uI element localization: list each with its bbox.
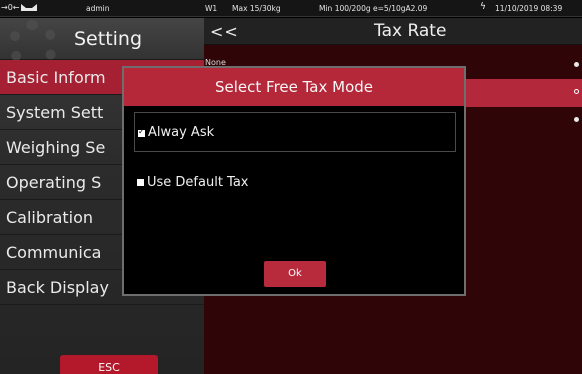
status-bar: →0← admin W1 Max 15/30kg Min 100/200g e=… [0,0,582,17]
radio-icon [574,62,579,67]
main-header: << Tax Rate [204,18,582,45]
radio-icon [574,117,579,122]
free-tax-mode-dialog: Select Free Tax Mode ✓ Alway Ask Use Def… [122,66,466,296]
option-label: Use Default Tax [147,175,249,190]
datetime: 11/10/2019 08:39 [495,4,563,13]
sidebar-item-label: System Sett [6,103,104,122]
back-button[interactable]: << [210,22,239,41]
option-label: Alway Ask [148,125,215,140]
check-mark-icon: ✓ [138,127,145,136]
sidebar-item-label: Back Display [6,278,109,297]
sidebar-item-label: Operating S [6,173,102,192]
bolt-icon: ϟ [480,2,486,12]
checkbox-icon[interactable] [137,179,144,186]
scale-id: W1 [205,4,218,13]
radio-icon [574,89,579,94]
sidebar-header: Setting [0,18,204,70]
esc-button[interactable]: ESC [60,355,158,374]
sidebar-item-label: Weighing Se [6,138,106,157]
scale-icon [20,4,37,11]
max-capacity: Max 15/30kg [232,4,281,13]
ok-button[interactable]: Ok [264,261,326,287]
min-capacity: Min 100/200g e=5/10gA2.09 [319,4,428,13]
user-label: admin [86,4,110,13]
sidebar-item-label: Calibration [6,208,94,227]
sidebar-item-label: Communica [6,243,102,262]
sidebar-title: Setting [74,28,143,50]
zero-tracking-indicator: →0← [1,3,20,12]
checkbox-checked-icon[interactable]: ✓ [138,127,145,137]
option-alway-ask[interactable]: ✓ Alway Ask [134,112,456,152]
option-use-default-tax[interactable]: Use Default Tax [134,170,456,210]
dialog-title: Select Free Tax Mode [124,68,464,106]
page-title: Tax Rate [374,21,447,41]
status-indicators: →0← [1,3,37,12]
sidebar-item-label: Basic Inform [6,68,106,87]
